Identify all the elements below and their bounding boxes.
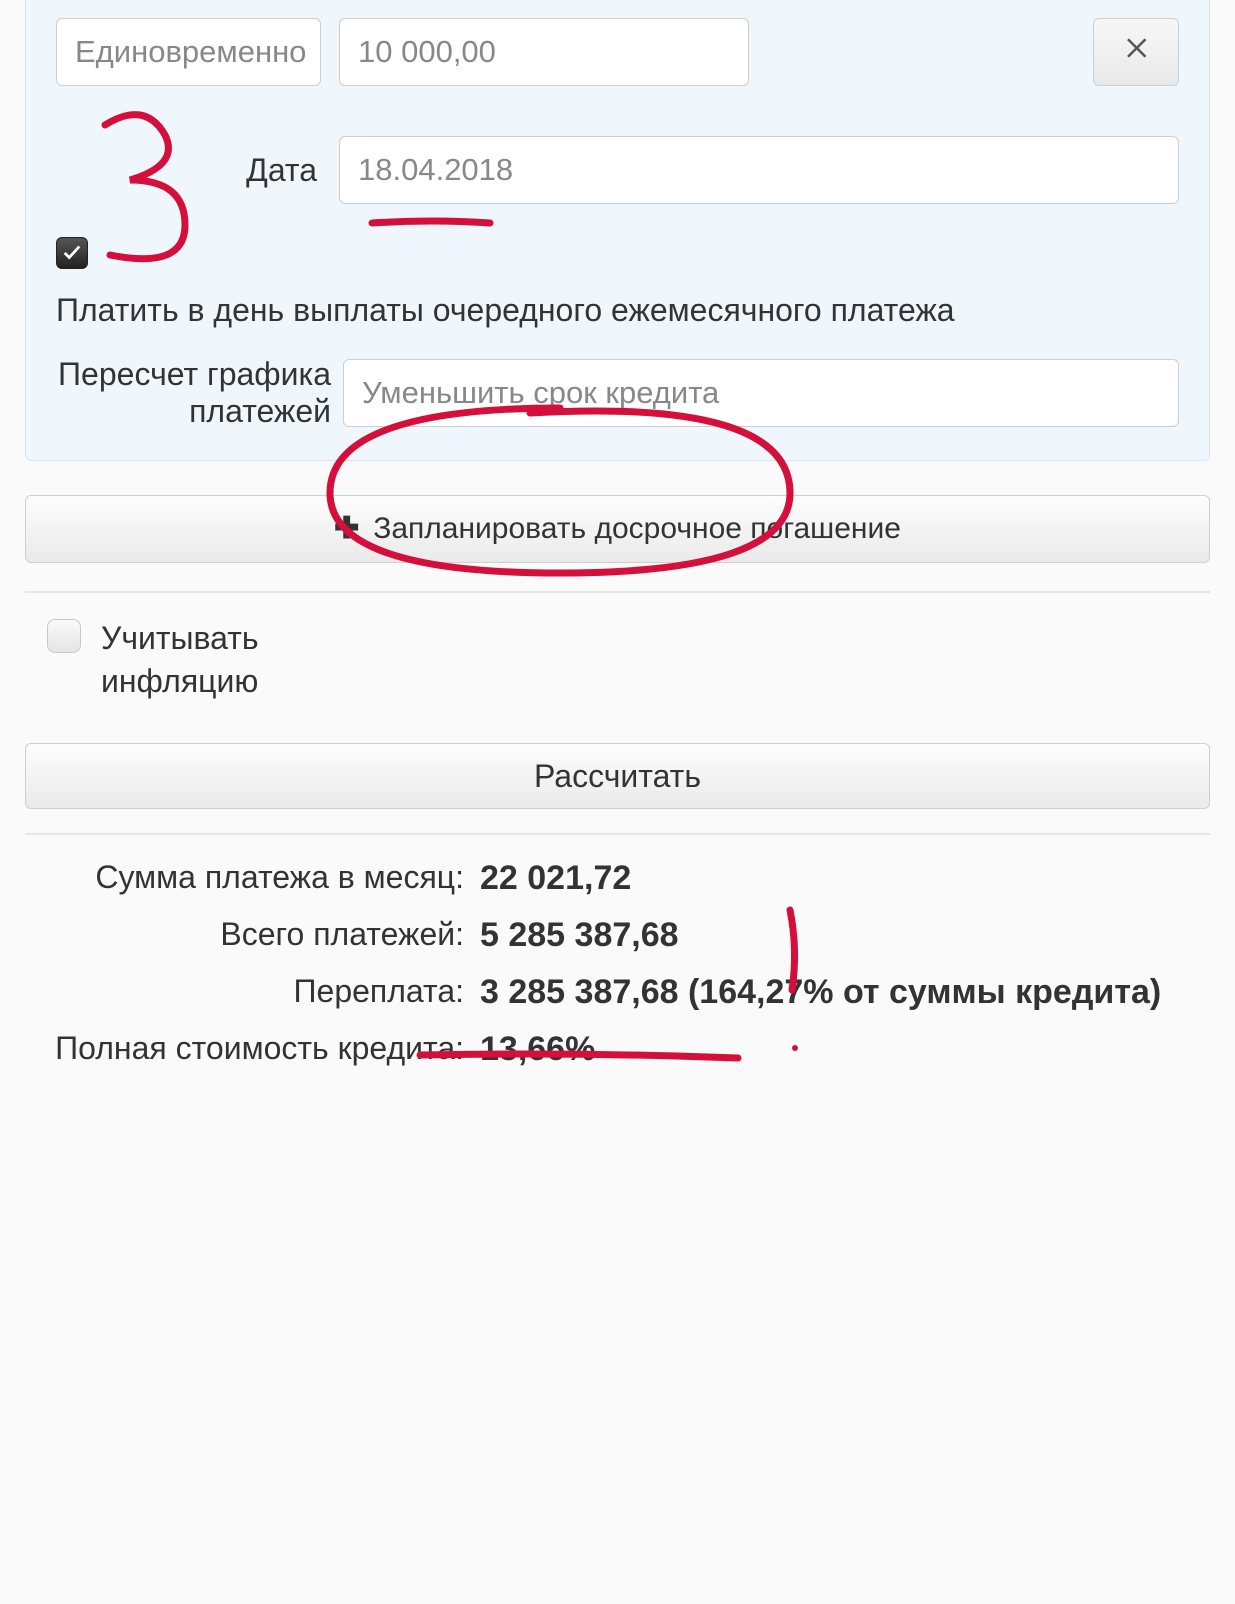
date-field[interactable] bbox=[358, 152, 1160, 188]
delete-button[interactable] bbox=[1093, 18, 1179, 86]
results-block: Сумма платежа в месяц: 22 021,72 Всего п… bbox=[25, 833, 1210, 1069]
payment-amount-field[interactable] bbox=[358, 34, 730, 70]
recalc-label: Пересчет графика платежей bbox=[56, 356, 331, 430]
overpay-label: Переплата: bbox=[25, 973, 480, 1010]
date-input[interactable] bbox=[339, 136, 1179, 204]
pay-on-due-checkbox[interactable] bbox=[56, 237, 88, 269]
pay-on-due-label: Платить в день выплаты очередного ежемес… bbox=[56, 289, 1179, 332]
monthly-value: 22 021,72 bbox=[480, 859, 1210, 898]
payment-type-select[interactable]: Единовременно bbox=[56, 18, 321, 86]
fullcost-label: Полная стоимость кредита: bbox=[25, 1030, 480, 1067]
separator bbox=[25, 591, 1210, 593]
total-label: Всего платежей: bbox=[25, 916, 480, 953]
fullcost-value: 13,66% bbox=[480, 1030, 1210, 1069]
plan-prepayment-label: Запланировать досрочное погашение bbox=[373, 512, 901, 546]
recalc-select[interactable]: Уменьшить срок кредита bbox=[343, 359, 1179, 427]
recalc-value: Уменьшить срок кредита bbox=[362, 375, 719, 411]
plus-icon: ✚ bbox=[334, 511, 359, 546]
plan-prepayment-button[interactable]: ✚ Запланировать досрочное погашение bbox=[25, 495, 1210, 563]
payment-amount-input[interactable] bbox=[339, 18, 749, 86]
total-value: 5 285 387,68 bbox=[480, 916, 1210, 955]
inflation-checkbox[interactable] bbox=[47, 619, 81, 653]
payment-type-value: Единовременно bbox=[75, 34, 306, 70]
calculate-button[interactable]: Рассчитать bbox=[25, 743, 1210, 809]
check-icon bbox=[61, 234, 83, 271]
inflation-label: Учитывать инфляцию bbox=[101, 617, 301, 703]
close-icon bbox=[1121, 33, 1151, 71]
prepayment-panel: Единовременно Дата bbox=[25, 0, 1210, 461]
overpay-value: 3 285 387,68 (164,27% от суммы кредита) bbox=[480, 973, 1210, 1012]
calculate-label: Рассчитать bbox=[534, 758, 701, 795]
monthly-label: Сумма платежа в месяц: bbox=[25, 859, 480, 896]
date-label: Дата bbox=[56, 152, 321, 189]
